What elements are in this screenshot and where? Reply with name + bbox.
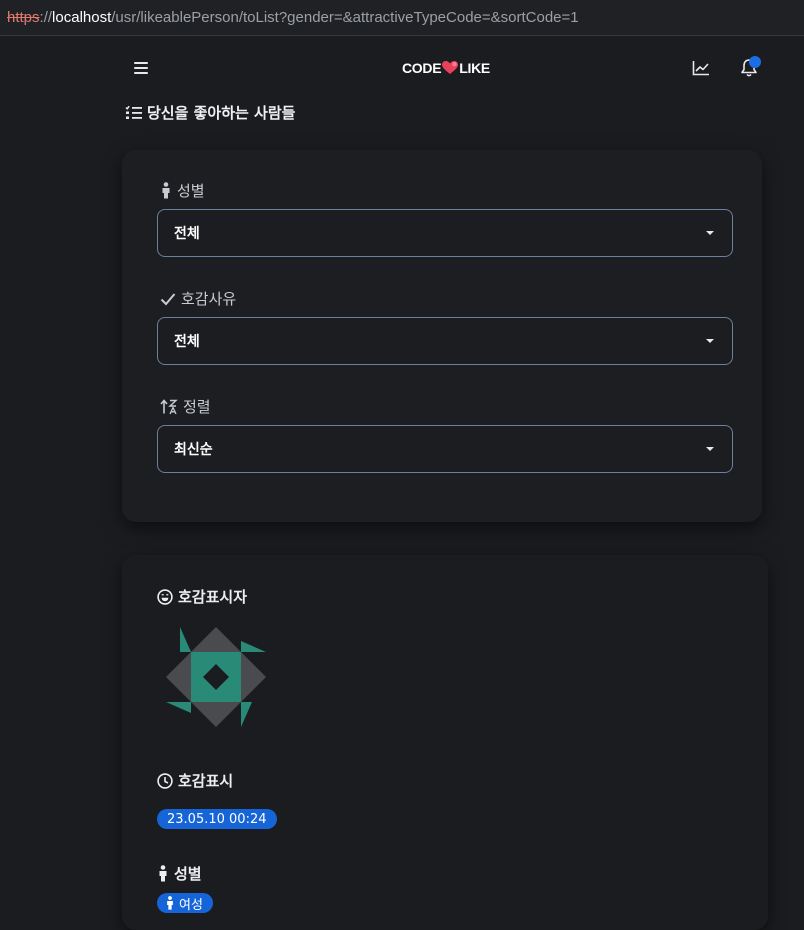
gender-badge: 여성 [157,893,213,913]
url-scheme: https [7,9,40,26]
heart-icon [442,61,459,74]
chevron-down-icon [706,339,714,343]
page-title: 당신을 좋아하는 사람들 [125,102,295,123]
gender-value: 여성 [179,897,203,913]
url-host: localhost [52,9,112,26]
chevron-down-icon [706,447,714,451]
person-icon [167,896,173,910]
clock-icon [157,772,173,789]
top-navbar: CODE LIKE [0,38,804,100]
url-separator: :// [39,9,53,26]
attractive-type-filter-label-text: 호감사유 [181,290,237,308]
liked-at-value: 23.05.10 00:24 [167,811,267,827]
logo-text-right: LIKE [459,60,490,76]
liked-at-label-text: 호감표시 [178,772,234,790]
url-path: /usr/likeablePerson/toList?gender=&attra… [111,9,579,26]
smile-icon [157,588,173,605]
person-icon [162,182,170,199]
gender-filter-label-text: 성별 [177,182,205,200]
identicon-avatar [166,627,266,727]
sort-select[interactable]: 최신순 [157,425,733,473]
liker-label-text: 호감표시자 [178,588,248,606]
gender-select-value: 전체 [174,226,200,242]
sort-icon [160,398,178,414]
site-logo[interactable]: CODE LIKE [402,60,490,76]
menu-icon[interactable] [134,62,148,74]
attractive-type-select[interactable]: 전체 [157,317,733,365]
gender-select[interactable]: 전체 [157,209,733,257]
liker-card [122,555,768,930]
chevron-down-icon [706,231,714,235]
person-icon [159,865,167,882]
gender-label: 성별 [157,863,202,884]
attractive-type-filter-label: 호감사유 [160,288,236,309]
liker-label: 호감표시자 [157,586,247,607]
page-title-text: 당신을 좋아하는 사람들 [147,104,296,122]
notification-dot [749,56,761,68]
logo-text-left: CODE [402,60,442,76]
check-icon [160,292,176,305]
address-bar[interactable]: https://localhost/usr/likeablePerson/toL… [0,0,804,36]
list-check-icon [125,105,142,119]
attractive-type-select-value: 전체 [174,334,200,350]
gender-filter-label: 성별 [160,180,205,201]
liked-at-badge: 23.05.10 00:24 [157,809,277,829]
liked-at-label: 호감표시 [157,770,233,791]
sort-filter-label: 정렬 [160,396,211,417]
sort-select-value: 최신순 [174,442,213,458]
gender-label-text: 성별 [174,865,202,883]
sort-filter-label-text: 정렬 [183,398,211,416]
chart-icon[interactable] [692,60,710,76]
